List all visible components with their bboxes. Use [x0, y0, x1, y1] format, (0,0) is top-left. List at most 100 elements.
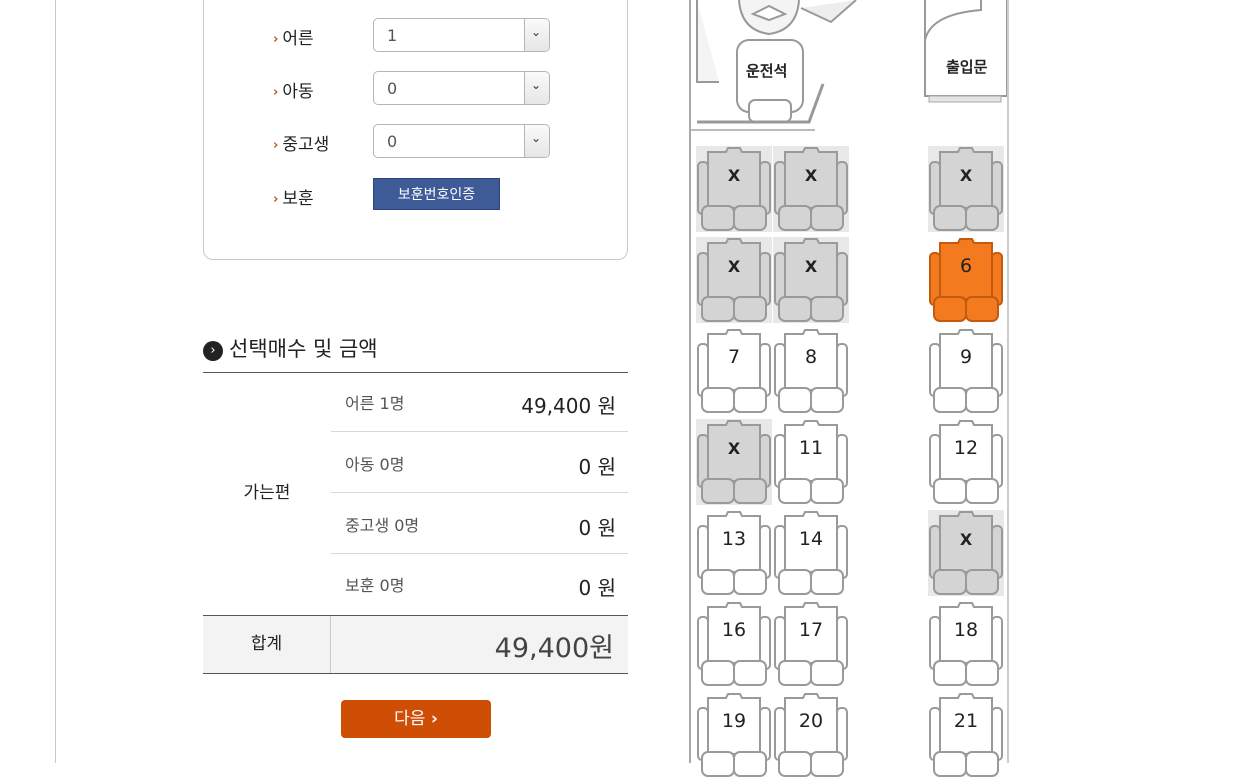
seat-shape [696, 237, 772, 323]
seat-17[interactable]: 17 [773, 601, 849, 687]
seat-shape [929, 420, 1003, 504]
seat-10: X [696, 419, 772, 505]
seat-number: 18 [953, 619, 979, 641]
steering-wheel-icon [738, 0, 857, 36]
seat-shape [696, 419, 772, 505]
summary-row: 아동 0명 0 원 [331, 433, 628, 493]
seat-shape [929, 238, 1003, 322]
seat-number: 19 [721, 710, 747, 732]
seat-number: 11 [798, 437, 824, 459]
bullet-arrow-icon: › [273, 192, 279, 207]
summary-row-label: 아동 0명 [345, 455, 405, 474]
door-icon [924, 0, 1007, 103]
summary-row-label: 중고생 0명 [345, 516, 420, 535]
seat-shape [929, 602, 1003, 686]
summary-total-label: 합계 [203, 616, 331, 673]
bullet-arrow-icon: › [273, 32, 279, 47]
seat-4: X [696, 237, 772, 323]
seat-7[interactable]: 7 [696, 328, 772, 414]
seat-shape [696, 146, 772, 232]
seat-number: 12 [953, 437, 979, 459]
page-left-border [55, 0, 56, 763]
seat-14[interactable]: 14 [773, 510, 849, 596]
seat-shape [774, 420, 848, 504]
summary-group-label: 가는편 [243, 483, 291, 503]
seat-3: X [928, 146, 1004, 232]
seat-15: X [928, 510, 1004, 596]
seat-number: 16 [721, 619, 747, 641]
seat-number: 13 [721, 528, 747, 550]
seat-16[interactable]: 16 [696, 601, 772, 687]
seat-9[interactable]: 9 [928, 328, 1004, 414]
summary-row-amount: 49,400 원 [521, 394, 616, 418]
seat-shape [928, 510, 1004, 596]
seat-number: 7 [727, 346, 741, 368]
seat-number: 21 [953, 710, 979, 732]
chevron-down-icon[interactable]: ⌄ [524, 125, 549, 157]
summary-title: › 선택매수 및 금액 [203, 333, 378, 363]
passenger-label-student: › 중고생 [273, 135, 330, 155]
chevron-right-circle-icon: › [203, 341, 223, 361]
next-button-label: 다음 [394, 709, 426, 729]
seat-5: X [773, 237, 849, 323]
summary-row-amount: 0 원 [578, 516, 616, 540]
seat-shape [774, 693, 848, 777]
seat-shape [929, 693, 1003, 777]
adult-count-select[interactable]: 1 ⌄ [373, 18, 550, 52]
seat-1: X [696, 146, 772, 232]
seat-19[interactable]: 19 [696, 692, 772, 778]
seat-shape [928, 146, 1004, 232]
seat-shape [697, 329, 771, 413]
driver-seat-label: 운전석 [746, 62, 788, 80]
passenger-label-adult: › 어른 [273, 29, 314, 49]
seat-18[interactable]: 18 [928, 601, 1004, 687]
seat-6[interactable]: 6 [928, 237, 1004, 323]
summary-total-amount: 49,400원 [494, 633, 614, 664]
chevron-down-icon[interactable]: ⌄ [524, 72, 549, 104]
summary-row-label: 보훈 0명 [345, 576, 405, 595]
seat-shape [697, 693, 771, 777]
seat-shape [929, 329, 1003, 413]
seat-21[interactable]: 21 [928, 692, 1004, 778]
seat-number: X [804, 166, 818, 185]
seat-number: 9 [959, 346, 973, 368]
bullet-arrow-icon: › [273, 138, 279, 153]
seat-12[interactable]: 12 [928, 419, 1004, 505]
seat-shape [773, 146, 849, 232]
summary-row-label: 어른 1명 [345, 394, 405, 413]
summary-row-amount: 0 원 [578, 455, 616, 479]
summary-row: 어른 1명 49,400 원 [331, 372, 628, 432]
chevron-right-icon: › [430, 709, 438, 729]
seat-number: X [959, 166, 973, 185]
seat-number: X [727, 166, 741, 185]
seat-shape [697, 511, 771, 595]
seat-number: X [727, 257, 741, 276]
bullet-arrow-icon: › [273, 85, 279, 100]
veteran-verify-button[interactable]: 보훈번호인증 [373, 178, 500, 210]
seat-20[interactable]: 20 [773, 692, 849, 778]
passenger-label-veteran: › 보훈 [273, 189, 314, 209]
summary-row-amount: 0 원 [578, 576, 616, 600]
seat-2: X [773, 146, 849, 232]
seat-shape [697, 602, 771, 686]
seat-number: X [959, 530, 973, 549]
child-count-select[interactable]: 0 ⌄ [373, 71, 550, 105]
student-count-select[interactable]: 0 ⌄ [373, 124, 550, 158]
passenger-label-child: › 아동 [273, 82, 314, 102]
seat-8[interactable]: 8 [773, 328, 849, 414]
student-count-value: 0 [387, 132, 398, 151]
seat-shape [774, 602, 848, 686]
seat-11[interactable]: 11 [773, 419, 849, 505]
chevron-down-icon[interactable]: ⌄ [524, 19, 549, 51]
seat-number: 17 [798, 619, 824, 641]
seat-number: X [804, 257, 818, 276]
door-label: 출입문 [946, 58, 988, 76]
child-count-value: 0 [387, 79, 398, 98]
seat-13[interactable]: 13 [696, 510, 772, 596]
adult-count-value: 1 [387, 26, 398, 45]
summary-total-row: 합계 49,400원 [203, 615, 628, 674]
seat-number: 20 [798, 710, 824, 732]
seat-number: 8 [804, 346, 818, 368]
next-button[interactable]: 다음 › [341, 700, 491, 738]
summary-row: 보훈 0명 0 원 [331, 554, 628, 614]
